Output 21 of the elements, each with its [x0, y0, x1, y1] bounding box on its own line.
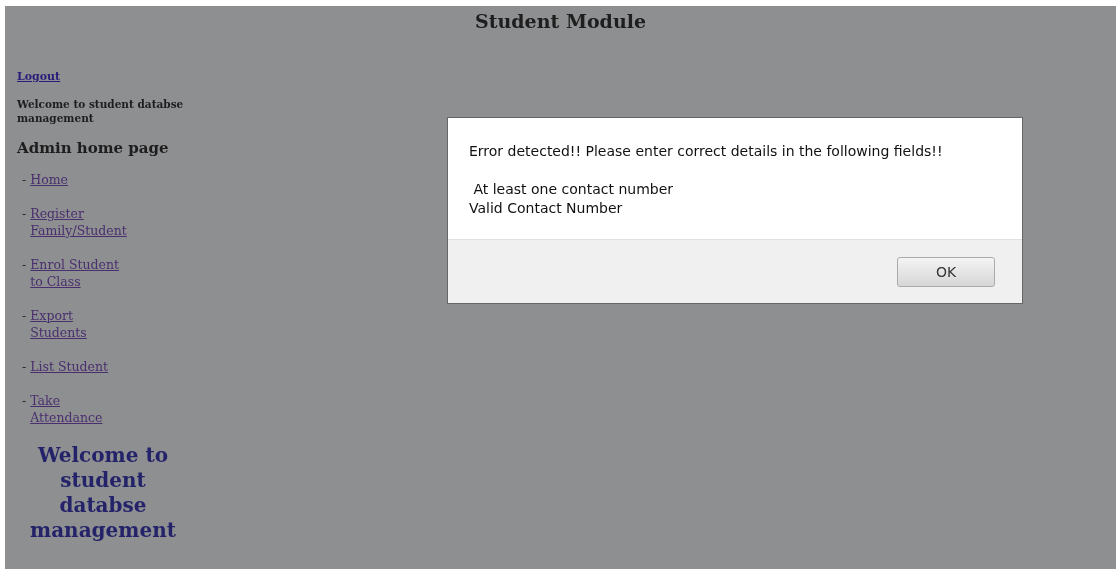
welcome-title: Welcome to student databse management	[29, 443, 177, 543]
dash-text: -	[22, 358, 27, 375]
logout-link[interactable]: Logout	[17, 70, 61, 83]
dash-text: -	[22, 307, 27, 324]
dash-text: -	[22, 392, 27, 409]
error-field: At least one contact number	[469, 180, 1001, 199]
nav-link[interactable]: List Student	[30, 358, 109, 375]
ok-button[interactable]: OK	[897, 256, 995, 287]
error-field: Valid Contact Number	[469, 199, 1001, 218]
nav-link[interactable]: Register Family/Student	[30, 205, 131, 239]
sidebar-heading: Admin home page	[17, 139, 169, 157]
dash-text: -	[22, 171, 27, 188]
nav-link[interactable]: Enrol Student to Class	[30, 256, 131, 290]
welcome-text: Welcome to student databse management	[17, 97, 185, 125]
dash-text: -	[22, 256, 27, 273]
error-message: Error detected!! Please enter correct details in the following fields!!	[469, 142, 944, 161]
nav-link[interactable]: Take Attendance	[30, 392, 131, 426]
nav-link[interactable]: Export Students	[30, 307, 131, 341]
page-title: Student Module	[474, 10, 647, 32]
dash-text: -	[22, 205, 27, 222]
nav-link[interactable]: Home	[30, 171, 68, 188]
